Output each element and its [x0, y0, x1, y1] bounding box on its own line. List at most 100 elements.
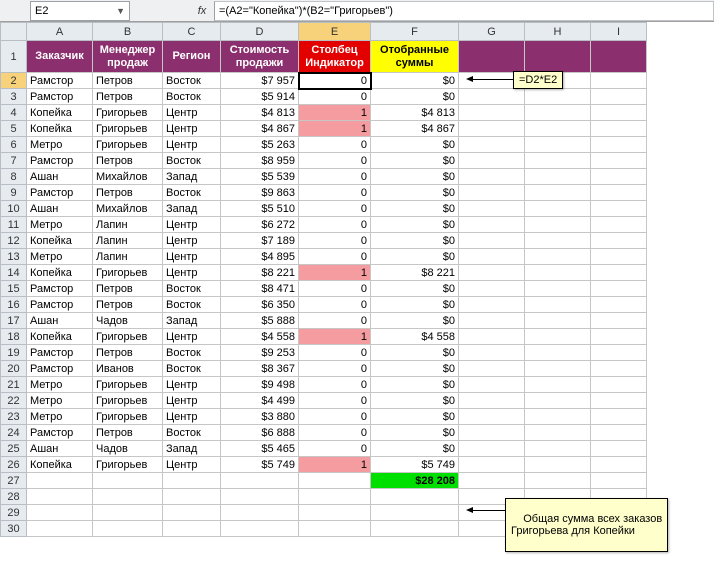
header-cell-H[interactable] — [525, 41, 591, 73]
cell-F21[interactable]: $0 — [371, 377, 459, 393]
cell-H23[interactable] — [525, 409, 591, 425]
cell-A23[interactable]: Метро — [27, 409, 93, 425]
cell-H27[interactable] — [525, 473, 591, 489]
cell-H17[interactable] — [525, 313, 591, 329]
row-header-2[interactable]: 2 — [1, 73, 27, 89]
cell-H15[interactable] — [525, 281, 591, 297]
cell-H16[interactable] — [525, 297, 591, 313]
cell-C30[interactable] — [163, 521, 221, 537]
cell-D7[interactable]: $8 959 — [221, 153, 299, 169]
cell-B18[interactable]: Григорьев — [93, 329, 163, 345]
cell-A15[interactable]: Рамстор — [27, 281, 93, 297]
row-header-6[interactable]: 6 — [1, 137, 27, 153]
cell-F11[interactable]: $0 — [371, 217, 459, 233]
cell-C7[interactable]: Восток — [163, 153, 221, 169]
cell-F18[interactable]: $4 558 — [371, 329, 459, 345]
cell-H13[interactable] — [525, 249, 591, 265]
cell-I24[interactable] — [591, 425, 647, 441]
row-header-22[interactable]: 22 — [1, 393, 27, 409]
cell-B21[interactable]: Григорьев — [93, 377, 163, 393]
cell-A9[interactable]: Рамстор — [27, 185, 93, 201]
header-cell-E[interactable]: Столбец Индикатор — [299, 41, 371, 73]
cell-G13[interactable] — [459, 249, 525, 265]
cell-F27[interactable]: $28 208 — [371, 473, 459, 489]
cell-A24[interactable]: Рамстор — [27, 425, 93, 441]
cell-B28[interactable] — [93, 489, 163, 505]
cell-E7[interactable]: 0 — [299, 153, 371, 169]
row-header-1[interactable]: 1 — [1, 41, 27, 73]
cell-E28[interactable] — [299, 489, 371, 505]
cell-B6[interactable]: Григорьев — [93, 137, 163, 153]
cell-A3[interactable]: Рамстор — [27, 89, 93, 105]
cell-G20[interactable] — [459, 361, 525, 377]
cell-D21[interactable]: $9 498 — [221, 377, 299, 393]
cell-G24[interactable] — [459, 425, 525, 441]
row-header-29[interactable]: 29 — [1, 505, 27, 521]
cell-F12[interactable]: $0 — [371, 233, 459, 249]
spreadsheet-grid[interactable]: ABCDEFGHI1ЗаказчикМенеджер продажРегионС… — [0, 22, 714, 537]
cell-B14[interactable]: Григорьев — [93, 265, 163, 281]
cell-D9[interactable]: $9 863 — [221, 185, 299, 201]
cell-D23[interactable]: $3 880 — [221, 409, 299, 425]
cell-B22[interactable]: Григорьев — [93, 393, 163, 409]
row-header-24[interactable]: 24 — [1, 425, 27, 441]
cell-G8[interactable] — [459, 169, 525, 185]
row-header-7[interactable]: 7 — [1, 153, 27, 169]
cell-I7[interactable] — [591, 153, 647, 169]
cell-H9[interactable] — [525, 185, 591, 201]
header-cell-G[interactable] — [459, 41, 525, 73]
dropdown-icon[interactable]: ▼ — [116, 6, 125, 16]
cell-E21[interactable]: 0 — [299, 377, 371, 393]
cell-I20[interactable] — [591, 361, 647, 377]
cell-H7[interactable] — [525, 153, 591, 169]
cell-C14[interactable]: Центр — [163, 265, 221, 281]
cell-A21[interactable]: Метро — [27, 377, 93, 393]
cell-E30[interactable] — [299, 521, 371, 537]
cell-D20[interactable]: $8 367 — [221, 361, 299, 377]
cell-E22[interactable]: 0 — [299, 393, 371, 409]
cell-C29[interactable] — [163, 505, 221, 521]
cell-D11[interactable]: $6 272 — [221, 217, 299, 233]
cell-A16[interactable]: Рамстор — [27, 297, 93, 313]
cell-C12[interactable]: Центр — [163, 233, 221, 249]
cell-G12[interactable] — [459, 233, 525, 249]
cell-I27[interactable] — [591, 473, 647, 489]
row-header-8[interactable]: 8 — [1, 169, 27, 185]
cell-E17[interactable]: 0 — [299, 313, 371, 329]
cell-F26[interactable]: $5 749 — [371, 457, 459, 473]
cell-D13[interactable]: $4 895 — [221, 249, 299, 265]
select-all-corner[interactable] — [1, 23, 27, 41]
cell-D4[interactable]: $4 813 — [221, 105, 299, 121]
cell-I4[interactable] — [591, 105, 647, 121]
cell-H20[interactable] — [525, 361, 591, 377]
col-header-I[interactable]: I — [591, 23, 647, 41]
cell-A26[interactable]: Копейка — [27, 457, 93, 473]
cell-F13[interactable]: $0 — [371, 249, 459, 265]
cell-C11[interactable]: Центр — [163, 217, 221, 233]
cell-H8[interactable] — [525, 169, 591, 185]
cell-A17[interactable]: Ашан — [27, 313, 93, 329]
cell-H19[interactable] — [525, 345, 591, 361]
cell-G19[interactable] — [459, 345, 525, 361]
row-header-19[interactable]: 19 — [1, 345, 27, 361]
cell-G3[interactable] — [459, 89, 525, 105]
cell-E18[interactable]: 1 — [299, 329, 371, 345]
header-cell-I[interactable] — [591, 41, 647, 73]
cell-H12[interactable] — [525, 233, 591, 249]
cell-C21[interactable]: Центр — [163, 377, 221, 393]
cell-B9[interactable]: Петров — [93, 185, 163, 201]
cell-B15[interactable]: Петров — [93, 281, 163, 297]
cell-A2[interactable]: Рамстор — [27, 73, 93, 89]
cell-I18[interactable] — [591, 329, 647, 345]
cell-A29[interactable] — [27, 505, 93, 521]
cell-E24[interactable]: 0 — [299, 425, 371, 441]
cell-A20[interactable]: Рамстор — [27, 361, 93, 377]
cell-G22[interactable] — [459, 393, 525, 409]
cell-F10[interactable]: $0 — [371, 201, 459, 217]
cell-G11[interactable] — [459, 217, 525, 233]
cell-C2[interactable]: Восток — [163, 73, 221, 89]
cell-G9[interactable] — [459, 185, 525, 201]
cell-B4[interactable]: Григорьев — [93, 105, 163, 121]
cell-C8[interactable]: Запад — [163, 169, 221, 185]
cell-I26[interactable] — [591, 457, 647, 473]
